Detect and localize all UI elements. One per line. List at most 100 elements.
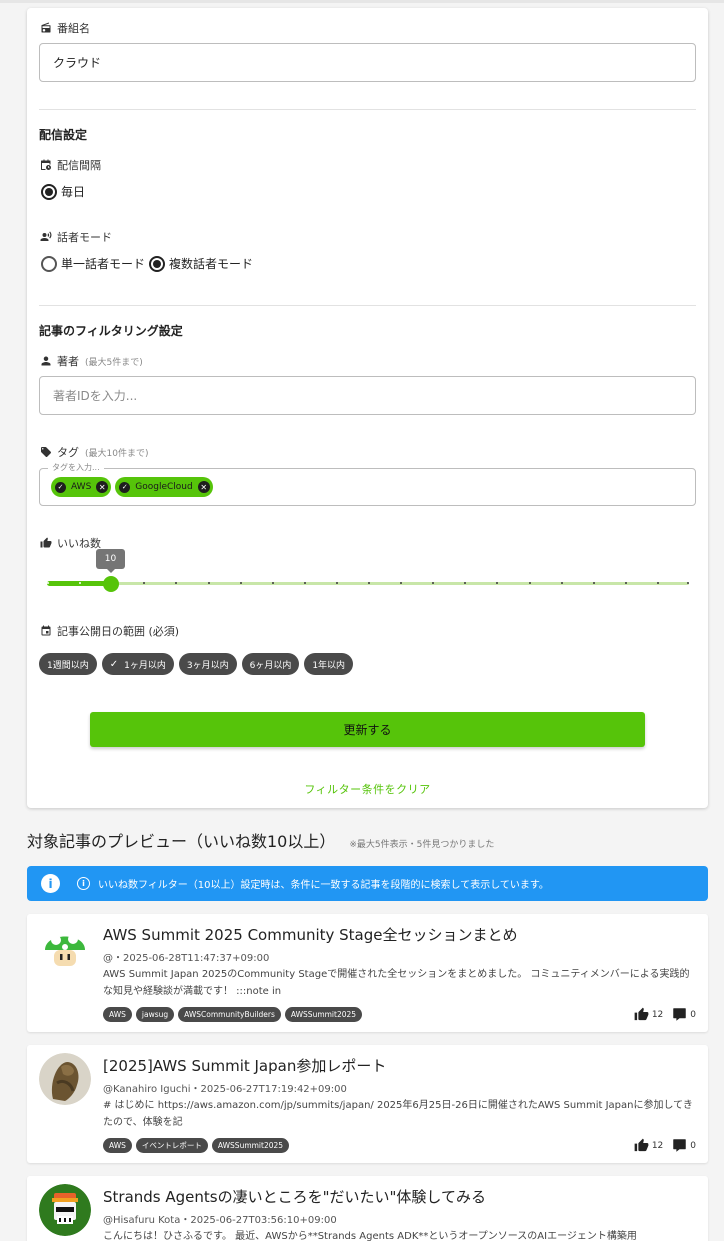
- info-outline-icon: i: [77, 877, 90, 890]
- article-card[interactable]: AWS Summit 2025 Community Stage全セッションまとめ…: [27, 914, 708, 1032]
- remove-chip-icon[interactable]: ✕: [96, 481, 109, 493]
- article-card[interactable]: Strands Agentsの凄いところを"だいたい"体験してみる @Hisaf…: [27, 1176, 708, 1241]
- slider-thumb[interactable]: [103, 576, 119, 592]
- article-title[interactable]: Strands Agentsの凄いところを"だいたい"体験してみる: [103, 1186, 486, 1207]
- tag-icon: [39, 445, 53, 459]
- date-chip-label: 1年以内: [312, 660, 346, 671]
- article-excerpt: AWS Summit Japan 2025のCommunity Stageで開催…: [103, 969, 690, 997]
- speaker-radio-multi[interactable]: 複数話者モード: [149, 255, 253, 272]
- interval-radio-group: 毎日: [41, 183, 89, 200]
- clear-filter-link-text[interactable]: フィルター条件をクリア: [304, 783, 430, 796]
- check-icon: ✓: [109, 658, 119, 670]
- update-button[interactable]: 更新する: [90, 712, 645, 747]
- radio-unchecked-icon: [41, 255, 57, 272]
- program-name-label: 番組名: [39, 21, 90, 35]
- divider: [39, 109, 696, 110]
- date-chip-label: 1ヶ月以内: [124, 660, 166, 671]
- article-excerpt: # はじめに https://aws.amazon.com/jp/summits…: [103, 1100, 693, 1128]
- clear-filter-link[interactable]: フィルター条件をクリア: [27, 781, 708, 797]
- slider-tick: [79, 582, 81, 584]
- article-tag: AWSSummit2025: [284, 1007, 363, 1022]
- calendar-clock-icon: [39, 158, 53, 172]
- date-range-label: 記事公開日の範囲 (必須): [39, 624, 179, 638]
- preview-header: 対象記事のプレビュー（いいね数10以上） ※最大5件表示・5件見つかりました: [27, 828, 494, 852]
- article-title[interactable]: AWS Summit 2025 Community Stage全セッションまとめ: [103, 924, 518, 945]
- likes-stat: 12: [634, 1007, 663, 1022]
- interval-label-text: 配信間隔: [57, 159, 101, 172]
- top-edge: [0, 0, 724, 3]
- article-tag: AWS: [103, 1138, 132, 1153]
- article-meta: @・2025-06-28T11:47:37+09:00: [103, 953, 270, 964]
- tag-hint: (最大10件まで): [85, 448, 149, 459]
- date-chip-label: 6ヶ月以内: [249, 660, 292, 671]
- slider-tick: [464, 582, 466, 584]
- slider-tick: [625, 582, 627, 584]
- interval-radio-daily[interactable]: 毎日: [41, 183, 85, 200]
- tag-chip-googlecloud[interactable]: ✓ GoogleCloud ✕: [115, 477, 213, 497]
- likes-label-text: いいね数: [57, 537, 101, 550]
- slider-tick: [336, 582, 338, 584]
- article-tag: jawsug: [135, 1007, 175, 1022]
- tag-chip-label: GoogleCloud: [135, 482, 193, 492]
- slider-tick: [496, 582, 498, 584]
- tag-input[interactable]: タグを入力... ✓ AWS ✕ ✓ GoogleCloud ✕: [39, 462, 696, 506]
- tag-input-legend: タグを入力...: [48, 462, 104, 473]
- article-title[interactable]: [2025]AWS Summit Japan参加レポート: [103, 1055, 386, 1076]
- article-card[interactable]: [2025]AWS Summit Japan参加レポート @Kanahiro I…: [27, 1045, 708, 1163]
- date-chip-1-year[interactable]: 1年以内: [304, 653, 354, 675]
- thumbs-up-icon: [634, 1007, 649, 1021]
- article-tags: AWS イベントレポート AWSSummit2025: [103, 1138, 290, 1153]
- date-chip-3-months[interactable]: 3ヶ月以内: [178, 653, 237, 675]
- info-icon: i: [41, 874, 60, 893]
- tag-label-text: タグ: [57, 446, 79, 459]
- comments-stat: 0: [672, 1007, 696, 1022]
- speaker-mode-label: 話者モード: [39, 230, 112, 244]
- speaker-radio-single[interactable]: 単一話者モード: [41, 255, 145, 272]
- author-label-text: 著者: [57, 355, 79, 368]
- date-chip-6-months[interactable]: 6ヶ月以内: [241, 653, 300, 675]
- author-label: 著者 (最大5件まで): [39, 354, 143, 368]
- slider-tick: [208, 582, 210, 584]
- slider-tick: [529, 582, 531, 584]
- radio-icon: [39, 21, 53, 35]
- tag-chip-aws[interactable]: ✓ AWS ✕: [51, 477, 112, 497]
- speaker-voice-icon: [39, 230, 53, 244]
- settings-card: 番組名 クラウド 配信設定 配信間隔 毎日 話者モード 単一話者モード 複数話者…: [27, 8, 708, 808]
- remove-chip-icon[interactable]: ✕: [197, 481, 210, 493]
- tag-label: タグ (最大10件まで): [39, 445, 148, 459]
- calendar-icon: [39, 624, 53, 638]
- slider-tick: [240, 582, 242, 584]
- article-tag: AWS: [103, 1007, 132, 1022]
- slider-tick: [47, 582, 49, 584]
- thumbs-up-icon: [39, 536, 53, 550]
- slider-tick: [143, 582, 145, 584]
- check-circle-icon: ✓: [119, 481, 131, 493]
- slider-tick: [175, 582, 177, 584]
- likes-slider[interactable]: 10: [47, 549, 689, 595]
- slider-tick: [304, 582, 306, 584]
- article-stats: 12 0: [625, 1007, 696, 1022]
- filter-section-title: 記事のフィルタリング設定: [39, 324, 183, 338]
- article-meta: @Kanahiro Iguchi・2025-06-27T17:19:42+09:…: [103, 1084, 347, 1095]
- avatar: [39, 1184, 91, 1236]
- article-tag: イベントレポート: [135, 1138, 208, 1153]
- author-input[interactable]: 著者IDを入力...: [39, 376, 696, 415]
- date-range-label-text: 記事公開日の範囲 (必須): [57, 625, 180, 638]
- date-chip-1-month[interactable]: ✓ 1ヶ月以内: [101, 653, 174, 675]
- avatar: [39, 1053, 91, 1105]
- date-chip-1-week[interactable]: 1週間以内: [39, 653, 97, 675]
- slider-tick: [593, 582, 595, 584]
- info-alert-text: いいね数フィルター（10以上）設定時は、条件に一致する記事を段階的に検索して表示…: [98, 880, 549, 891]
- speaker-mode-label-text: 話者モード: [57, 231, 112, 244]
- comment-icon: [673, 1139, 687, 1152]
- speaker-radio-group: 単一話者モード 複数話者モード: [41, 255, 257, 272]
- comments-count: 0: [690, 1009, 696, 1020]
- program-name-input[interactable]: クラウド: [39, 43, 696, 82]
- slider-value-label: 10: [96, 549, 125, 573]
- slider-tick: [657, 582, 659, 584]
- likes-count: 12: [651, 1140, 664, 1151]
- delivery-section-title: 配信設定: [39, 128, 88, 142]
- tag-chip-label: AWS: [71, 482, 92, 492]
- avatar: [39, 922, 91, 974]
- slider-tick: [272, 582, 274, 584]
